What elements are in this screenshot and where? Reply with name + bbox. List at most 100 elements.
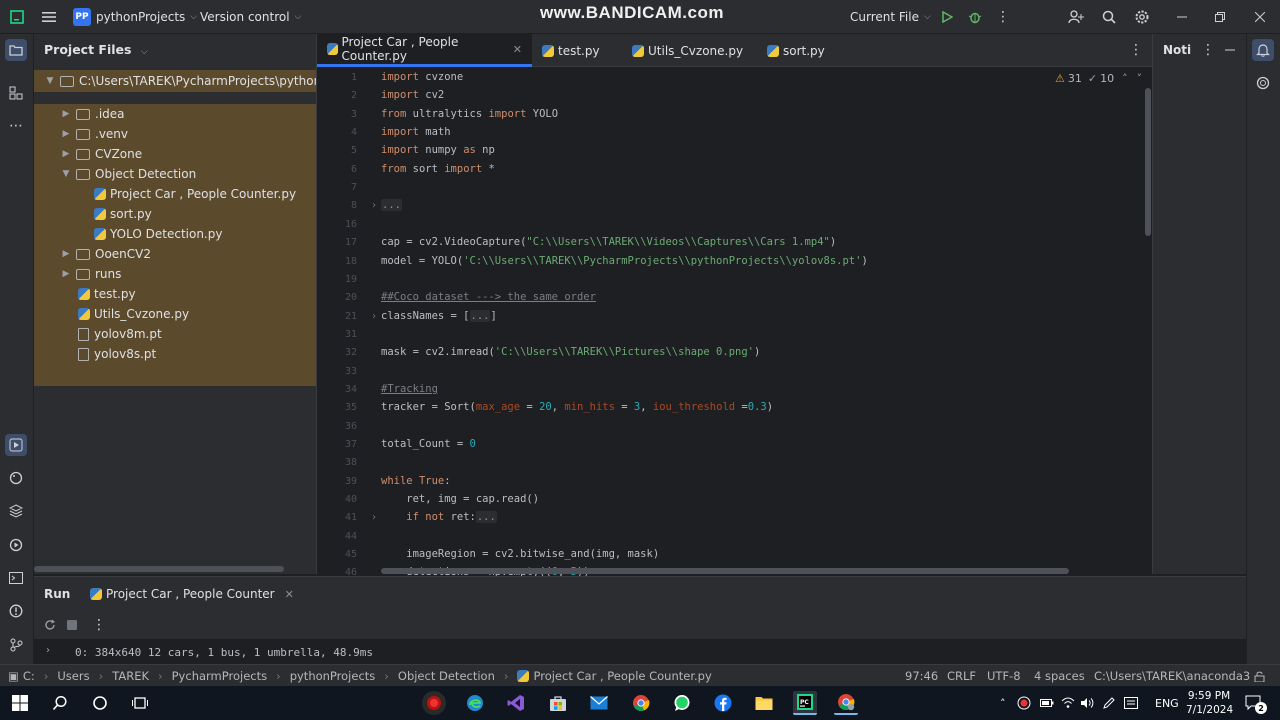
horizontal-scrollbar[interactable] bbox=[381, 568, 1069, 574]
tree-item-idea[interactable]: ▶ .idea bbox=[60, 104, 125, 124]
python-interpreter[interactable]: C:\Users\TAREK\anaconda3 bbox=[1094, 665, 1250, 687]
search-icon[interactable] bbox=[48, 691, 72, 715]
wifi-icon[interactable] bbox=[1061, 686, 1075, 720]
chrome-profile-icon[interactable] bbox=[834, 691, 858, 715]
clock[interactable]: 9:59 PM 7/1/2024 bbox=[1186, 689, 1233, 717]
battery-icon[interactable] bbox=[1040, 686, 1054, 720]
breadcrumb-item[interactable]: Users bbox=[57, 669, 89, 683]
breadcrumb-item[interactable]: TAREK bbox=[112, 669, 149, 683]
tree-item-yolov8m-pt[interactable]: yolov8m.pt bbox=[78, 324, 162, 344]
code-line[interactable]: from ultralytics import YOLO bbox=[381, 108, 558, 120]
code-line[interactable]: import numpy as np bbox=[381, 144, 495, 156]
git-icon[interactable] bbox=[5, 634, 27, 656]
breadcrumb-item[interactable]: C: bbox=[23, 669, 35, 683]
debug-icon[interactable] bbox=[964, 6, 986, 28]
bandicam-tray-icon[interactable] bbox=[1017, 686, 1031, 720]
services-icon[interactable] bbox=[5, 534, 27, 556]
run-tab[interactable]: Project Car , People Counter ✕ bbox=[90, 583, 294, 605]
code-line[interactable]: ##Coco dataset ---> the same order bbox=[381, 291, 596, 303]
breadcrumb-item[interactable]: PycharmProjects bbox=[172, 669, 267, 683]
pen-icon[interactable] bbox=[1102, 686, 1116, 720]
notifications-options-icon[interactable]: ⋮ bbox=[1197, 39, 1219, 61]
pycharm-logo-icon[interactable] bbox=[6, 6, 28, 28]
visual-studio-icon[interactable] bbox=[504, 691, 528, 715]
volume-icon[interactable] bbox=[1080, 686, 1094, 720]
tree-item-object-detection[interactable]: ▼ Object Detection bbox=[60, 164, 197, 184]
tree-item-cvzone[interactable]: ▶ CVZone bbox=[60, 144, 143, 164]
notifications-bell-icon[interactable] bbox=[1252, 39, 1274, 61]
project-tool-icon[interactable] bbox=[5, 39, 27, 61]
microsoft-store-icon[interactable] bbox=[546, 691, 570, 715]
python-console-icon[interactable] bbox=[5, 467, 27, 489]
tree-root-row[interactable]: ▼ C:\Users\TAREK\PycharmProjects\pythonP… bbox=[34, 70, 351, 92]
code-line[interactable]: model = YOLO('C:\\Users\\TAREK\\PycharmP… bbox=[381, 255, 868, 267]
run-icon[interactable] bbox=[936, 6, 958, 28]
tree-item-runs[interactable]: ▶ runs bbox=[60, 264, 122, 284]
code-line[interactable]: import math bbox=[381, 126, 451, 138]
indent-setting[interactable]: 4 spaces bbox=[1034, 665, 1085, 687]
tab-sort-py[interactable]: sort.py bbox=[757, 34, 835, 67]
chevron-up-icon[interactable]: ˄ bbox=[1122, 72, 1128, 85]
more-actions-icon[interactable]: ⋮ bbox=[992, 6, 1014, 28]
action-center-icon[interactable]: 2 bbox=[1245, 686, 1267, 720]
code-line[interactable]: #Tracking bbox=[381, 383, 438, 395]
bandicam-record-icon[interactable] bbox=[422, 691, 446, 715]
code-line[interactable]: mask = cv2.imread('C:\\Users\\TAREK\\Pic… bbox=[381, 346, 760, 358]
main-menu-icon[interactable] bbox=[38, 6, 60, 28]
tab-test-py[interactable]: test.py bbox=[532, 34, 610, 67]
run-console[interactable]: › 0: 384x640 12 cars, 1 bus, 1 umbrella,… bbox=[34, 639, 1246, 665]
tab-options-icon[interactable]: ⋮ bbox=[1125, 39, 1147, 61]
code-line[interactable]: cap = cv2.VideoCapture("C:\\Users\\TAREK… bbox=[381, 236, 836, 248]
close-tab-icon[interactable]: ✕ bbox=[513, 43, 522, 56]
breadcrumb-item[interactable]: Object Detection bbox=[398, 669, 495, 683]
whatsapp-icon[interactable] bbox=[670, 691, 694, 715]
project-selector[interactable]: PP pythonProjects ⌵ bbox=[73, 0, 197, 34]
ai-assistant-icon[interactable] bbox=[1252, 72, 1274, 94]
hide-panel-icon[interactable] bbox=[1219, 39, 1241, 61]
add-user-icon[interactable] bbox=[1065, 6, 1087, 28]
breadcrumb-item[interactable]: Project Car , People Counter.py bbox=[533, 669, 711, 683]
fold-chevron-icon[interactable]: › bbox=[365, 512, 377, 523]
stop-icon[interactable] bbox=[61, 614, 83, 636]
lock-icon[interactable] bbox=[1254, 665, 1265, 687]
tab-project-car-py[interactable]: Project Car , People Counter.py ✕ bbox=[317, 34, 532, 67]
search-icon[interactable] bbox=[1098, 6, 1120, 28]
more-tools-icon[interactable]: ⋯ bbox=[5, 115, 27, 137]
code-line[interactable]: while True: bbox=[381, 475, 451, 487]
code-line[interactable]: from sort import * bbox=[381, 163, 495, 175]
vertical-scrollbar[interactable] bbox=[1145, 88, 1151, 236]
code-line[interactable]: if not ret:... bbox=[381, 511, 497, 524]
project-panel-header[interactable]: Project Files ⌵ bbox=[44, 42, 148, 57]
tree-item-yolo-detection-py[interactable]: YOLO Detection.py bbox=[94, 224, 222, 244]
close-icon[interactable] bbox=[1249, 6, 1271, 28]
terminal-icon[interactable] bbox=[5, 567, 27, 589]
code-line[interactable]: classNames = [...] bbox=[381, 309, 497, 322]
show-hidden-icons-icon[interactable]: ˄ bbox=[1000, 686, 1006, 720]
file-explorer-icon[interactable] bbox=[752, 691, 776, 715]
tree-item-venv[interactable]: ▶ .venv bbox=[60, 124, 128, 144]
run-config-selector[interactable]: Current File ⌵ bbox=[850, 0, 931, 34]
code-line[interactable]: imageRegion = cv2.bitwise_and(img, mask) bbox=[381, 548, 659, 560]
code-line[interactable]: import cvzone bbox=[381, 71, 463, 83]
minimize-icon[interactable] bbox=[1171, 6, 1193, 28]
ime-icon[interactable] bbox=[1124, 686, 1138, 720]
run-tool-icon[interactable] bbox=[5, 434, 27, 456]
breadcrumb-item[interactable]: pythonProjects bbox=[290, 669, 376, 683]
code-line[interactable]: tracker = Sort(max_age = 20, min_hits = … bbox=[381, 401, 773, 413]
code-line[interactable]: total_Count = 0 bbox=[381, 438, 476, 450]
code-line[interactable]: ... bbox=[381, 199, 402, 212]
rerun-icon[interactable] bbox=[39, 614, 61, 636]
file-encoding[interactable]: UTF-8 bbox=[987, 665, 1021, 687]
horizontal-scrollbar[interactable] bbox=[34, 566, 284, 572]
version-control-menu[interactable]: Version control ⌵ bbox=[200, 0, 301, 34]
pycharm-taskbar-icon[interactable]: PC bbox=[793, 691, 817, 715]
run-options-icon[interactable]: ⋮ bbox=[88, 614, 110, 636]
tab-utils-cvzone-py[interactable]: Utils_Cvzone.py bbox=[622, 34, 753, 67]
tree-item-opencv2[interactable]: ▶ OoenCV2 bbox=[60, 244, 151, 264]
task-view-icon[interactable] bbox=[128, 691, 152, 715]
tree-item-utils-cvzone-py[interactable]: Utils_Cvzone.py bbox=[78, 304, 189, 324]
fold-chevron-icon[interactable]: › bbox=[365, 200, 377, 211]
tree-item-yolov8s-pt[interactable]: yolov8s.pt bbox=[78, 344, 156, 364]
cortana-icon[interactable] bbox=[88, 691, 112, 715]
edge-browser-icon[interactable] bbox=[463, 691, 487, 715]
